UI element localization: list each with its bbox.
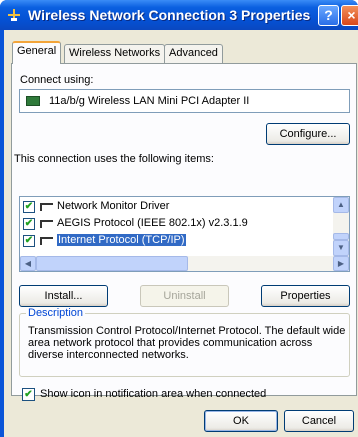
protocol-icon	[40, 220, 53, 228]
properties-window: Wireless Network Connection 3 Properties…	[0, 0, 358, 437]
show-icon-checkbox[interactable]: ✔	[22, 388, 35, 401]
ok-button[interactable]: OK	[204, 410, 278, 432]
general-tab-panel: Connect using: 11a/b/g Wireless LAN Mini…	[11, 63, 357, 401]
item-label: AEGIS Protocol (IEEE 802.1x) v2.3.1.9	[57, 217, 248, 229]
help-button[interactable]: ?	[318, 5, 339, 26]
network-connection-icon	[8, 9, 20, 21]
description-group: Description Transmission Control Protoco…	[19, 307, 350, 377]
item-label: Network Monitor Driver	[57, 200, 170, 212]
scroll-right-icon[interactable]: ▶	[333, 256, 349, 271]
item-label: Internet Protocol (TCP/IP)	[57, 234, 186, 246]
configure-button[interactable]: Configure...	[266, 123, 350, 145]
title-bar[interactable]: Wireless Network Connection 3 Properties…	[0, 0, 358, 30]
cancel-button[interactable]: Cancel	[284, 410, 354, 432]
protocol-icon	[40, 237, 53, 245]
adapter-field: 11a/b/g Wireless LAN Mini PCI Adapter II	[19, 89, 350, 113]
items-label: This connection uses the following items…	[14, 153, 214, 165]
vertical-scrollbar[interactable]: ▲ ▼	[333, 197, 349, 256]
horizontal-scroll-thumb[interactable]	[36, 256, 188, 271]
item-checkbox[interactable]: ✔	[23, 201, 35, 213]
horizontal-scrollbar[interactable]: ◀ ▶	[20, 256, 349, 271]
window-title: Wireless Network Connection 3 Properties	[28, 7, 311, 23]
components-list[interactable]: ✔ Network Monitor Driver ✔ AEGIS Protoco…	[19, 196, 350, 272]
scroll-up-icon[interactable]: ▲	[333, 197, 349, 213]
uninstall-button[interactable]: Uninstall	[140, 285, 229, 307]
dialog-client-area: General Wireless Networks Advanced Conne…	[4, 30, 358, 437]
install-button[interactable]: Install...	[19, 285, 108, 307]
properties-button[interactable]: Properties	[261, 285, 350, 307]
tab-general[interactable]: General	[12, 41, 62, 64]
item-checkbox[interactable]: ✔	[23, 218, 35, 230]
protocol-icon	[40, 203, 53, 211]
network-adapter-icon	[26, 96, 40, 106]
tab-advanced[interactable]: Advanced	[164, 44, 223, 63]
scroll-left-icon[interactable]: ◀	[20, 256, 36, 271]
connect-using-label: Connect using:	[20, 74, 94, 86]
close-button[interactable]: ×	[341, 5, 358, 26]
item-checkbox[interactable]: ✔	[23, 235, 35, 247]
scroll-down-icon[interactable]: ▼	[333, 240, 349, 256]
show-icon-label[interactable]: Show icon in notification area when conn…	[40, 388, 266, 400]
description-text: Transmission Control Protocol/Internet P…	[28, 325, 346, 361]
tab-wireless-networks[interactable]: Wireless Networks	[64, 44, 166, 63]
vertical-scroll-thumb[interactable]	[333, 233, 349, 240]
description-legend: Description	[26, 307, 86, 319]
adapter-name: 11a/b/g Wireless LAN Mini PCI Adapter II	[49, 95, 250, 107]
